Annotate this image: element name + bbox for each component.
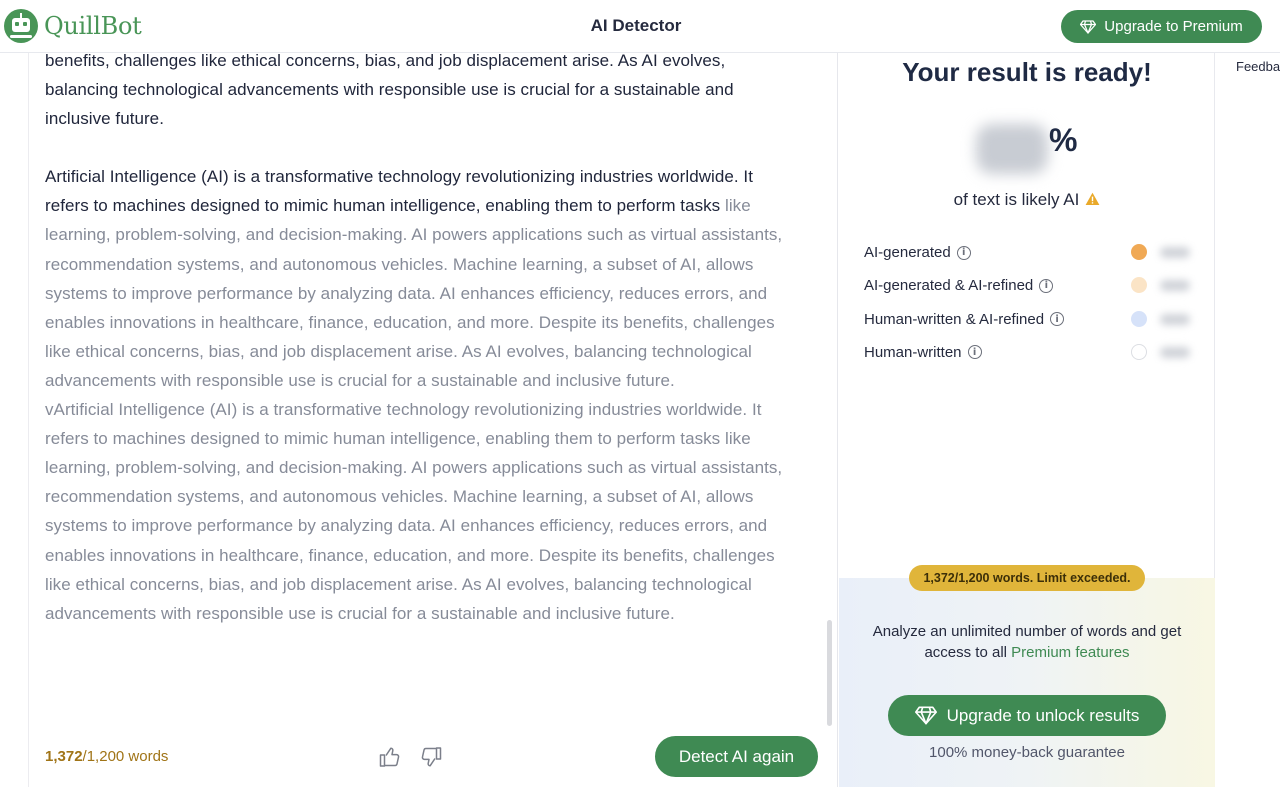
info-icon[interactable]: i (1039, 278, 1054, 293)
editor-scrollbar[interactable] (827, 620, 832, 726)
upgrade-unlock-results-button[interactable]: Upgrade to unlock results (888, 695, 1166, 736)
blurred-percentage-value (976, 124, 1048, 174)
feedback-tab[interactable]: Feedba (1236, 59, 1280, 74)
legend-dot-ai-refined (1131, 277, 1147, 294)
diamond-icon (914, 706, 937, 725)
editor-text[interactable]: benefits, challenges like ethical concer… (45, 46, 785, 628)
thumbs-up-icon[interactable] (378, 745, 402, 769)
upgrade-premium-label: Upgrade to Premium (1104, 18, 1243, 35)
legend-row-human-ai-refined: Human-written & AI-refined i (864, 308, 1194, 341)
paragraph-3: vArtificial Intelligence (AI) is a trans… (45, 400, 783, 623)
upgrade-unlock-label: Upgrade to unlock results (946, 705, 1140, 725)
blurred-percent (1160, 247, 1190, 258)
diamond-icon (1080, 19, 1097, 34)
legend-label: Human-written & AI-refined (864, 310, 1045, 328)
upgrade-premium-button[interactable]: Upgrade to Premium (1061, 10, 1262, 43)
legend-dot-human-ai-refined (1131, 310, 1147, 327)
word-count: 1,372/1,200 words (45, 748, 168, 765)
ai-percentage: % (839, 120, 1215, 180)
paragraph-1: benefits, challenges like ethical concer… (45, 51, 734, 129)
legend-dot-human-written (1131, 343, 1147, 360)
word-limit-badge: 1,372/1,200 words. Limit exceeded. (909, 565, 1145, 591)
top-header: QuillBot AI Detector Upgrade to Premium (0, 0, 1280, 53)
legend-row-ai-refined: AI-generated & AI-refined i (864, 274, 1194, 307)
likely-ai-label: of text is likely AI (953, 190, 1080, 209)
thumbs-down-icon[interactable] (419, 745, 443, 769)
legend-label: AI-generated & AI-refined (864, 277, 1034, 295)
blurred-percent (1160, 280, 1190, 292)
legend-dot-ai-generated (1131, 244, 1147, 260)
info-icon[interactable]: i (967, 345, 982, 360)
result-panel: Your result is ready! % of text is likel… (839, 53, 1215, 787)
feedback-icons (378, 745, 443, 769)
blurred-percent (1160, 313, 1190, 325)
money-back-guarantee: 100% money-back guarantee (929, 744, 1125, 761)
upsell-section: 1,372/1,200 words. Limit exceeded. Analy… (839, 565, 1215, 787)
info-icon[interactable]: i (956, 245, 971, 260)
paragraph-2-unanalyzed: like learning, problem-solving, and deci… (45, 196, 783, 390)
word-count-current: 1,372 (45, 748, 83, 765)
paragraph-2-analyzed: Artificial Intelligence (AI) is a transf… (45, 167, 753, 216)
detect-ai-again-button[interactable]: Detect AI again (655, 736, 818, 777)
text-editor-panel[interactable]: benefits, challenges like ethical concer… (28, 51, 838, 787)
percent-sign: % (1049, 122, 1078, 158)
legend-label: Human-written (864, 343, 962, 361)
right-gutter (1215, 53, 1280, 787)
legend-label: AI-generated (864, 244, 951, 261)
result-title: Your result is ready! (902, 57, 1152, 87)
word-count-limit: /1,200 words (82, 748, 169, 765)
legend-row-human-written: Human-written i (864, 341, 1194, 374)
upsell-text: Analyze an unlimited number of words and… (859, 621, 1195, 663)
info-icon[interactable]: i (1050, 312, 1065, 327)
result-legend: AI-generated i AI-generated & AI-refined i… (864, 241, 1194, 374)
premium-features-link[interactable]: Premium features (1011, 644, 1129, 661)
legend-row-ai-generated: AI-generated i (864, 241, 1194, 274)
likely-ai-text: of text is likely AI (839, 190, 1215, 210)
paragraph-2: Artificial Intelligence (AI) is a transf… (45, 162, 785, 395)
warning-icon (1085, 192, 1100, 205)
blurred-percent (1160, 346, 1190, 358)
